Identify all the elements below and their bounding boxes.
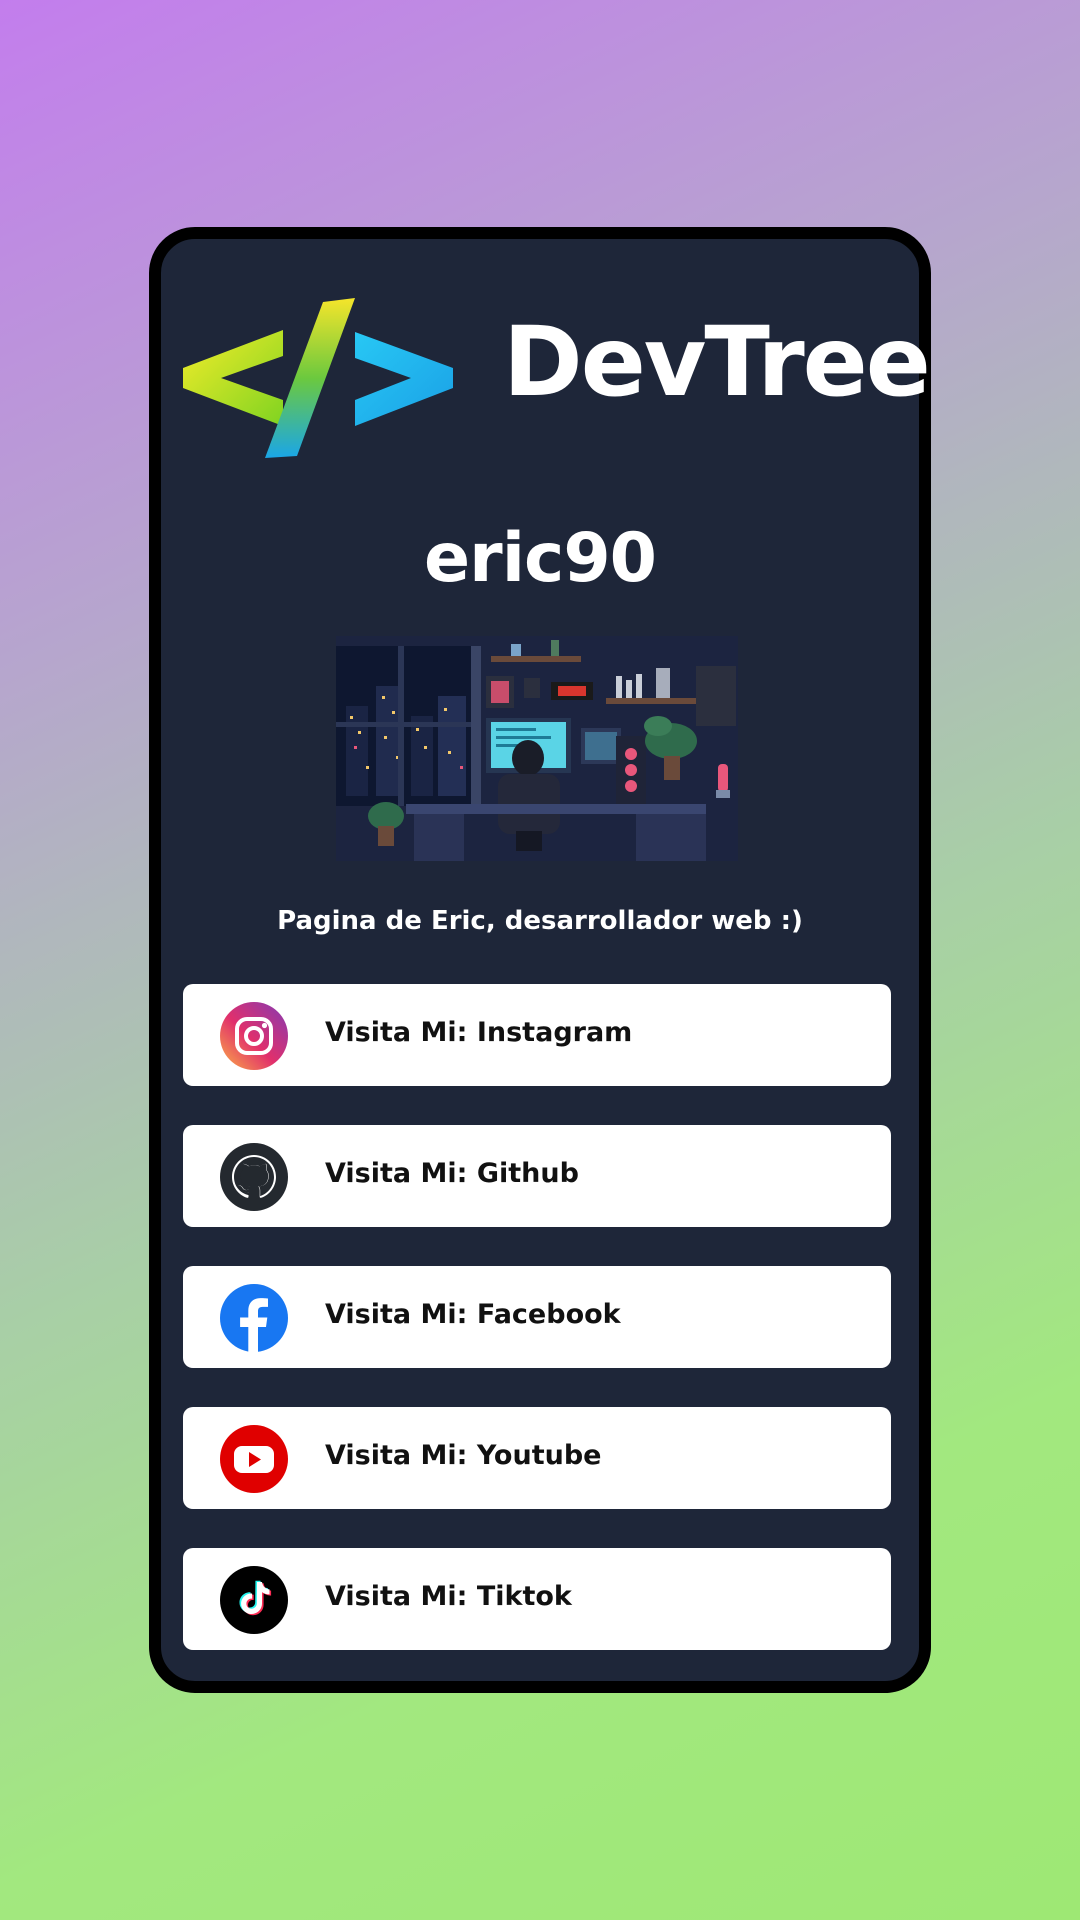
username: eric90 (424, 519, 657, 598)
youtube-icon (220, 1425, 288, 1493)
facebook-icon (220, 1284, 288, 1352)
devtree-logo: DevTree (183, 296, 931, 461)
tiktok-link-label: Visita Mi: Tiktok (325, 1581, 572, 1612)
facebook-link-label: Visita Mi: Facebook (325, 1299, 621, 1330)
avatar (336, 636, 738, 861)
youtube-link-label: Visita Mi: Youtube (325, 1440, 602, 1471)
pixel-art-room-image (336, 636, 738, 861)
instagram-icon (220, 1002, 288, 1070)
tiktok-link-button[interactable]: Visita Mi: Tiktok (183, 1548, 891, 1650)
github-icon (220, 1143, 288, 1211)
links-list: Visita Mi: Instagram Visita Mi: Github V… (183, 984, 891, 1689)
instagram-link-button[interactable]: Visita Mi: Instagram (183, 984, 891, 1086)
github-link-button[interactable]: Visita Mi: Github (183, 1125, 891, 1227)
bio-text: Pagina de Eric, desarrollador web :) (277, 906, 803, 936)
instagram-link-label: Visita Mi: Instagram (325, 1017, 633, 1048)
facebook-link-button[interactable]: Visita Mi: Facebook (183, 1266, 891, 1368)
tiktok-icon (220, 1566, 288, 1634)
code-brackets-icon (183, 298, 453, 458)
brand-name: DevTree (503, 306, 931, 418)
github-link-label: Visita Mi: Github (325, 1158, 579, 1189)
youtube-link-button[interactable]: Visita Mi: Youtube (183, 1407, 891, 1509)
